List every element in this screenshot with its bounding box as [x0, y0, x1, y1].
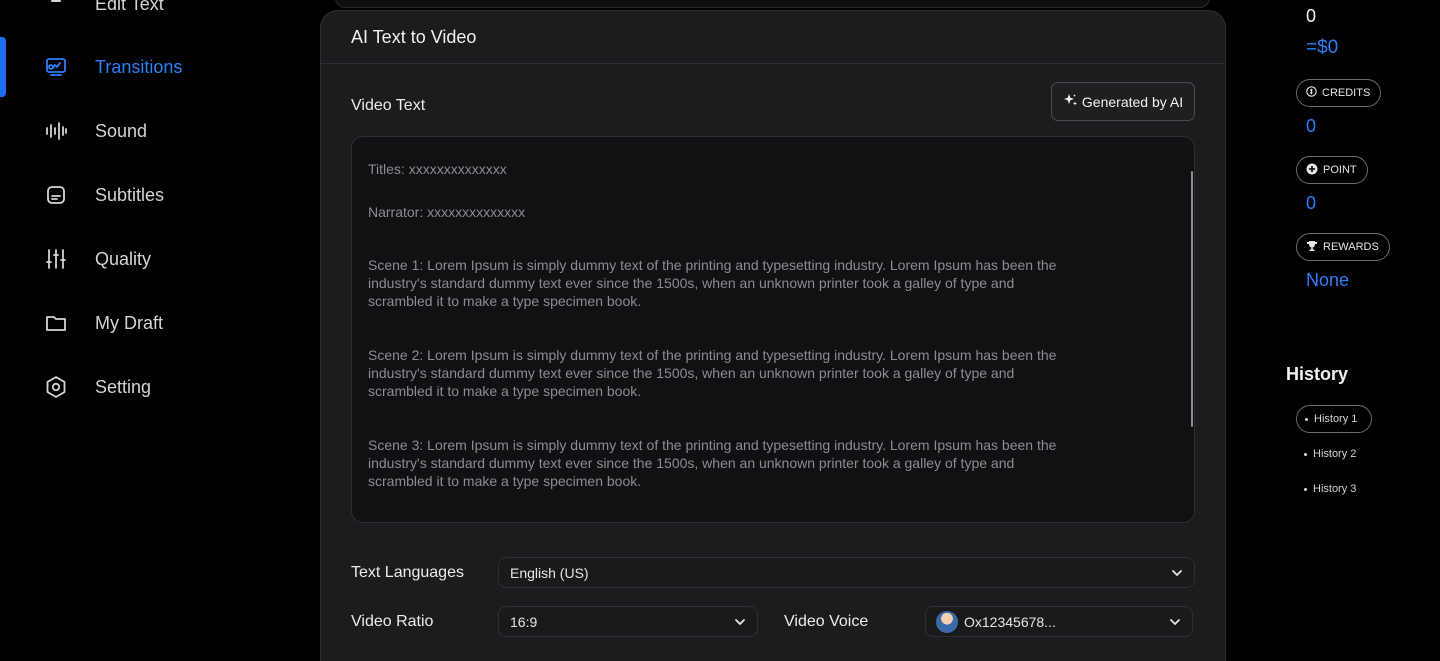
rewards-value: None	[1306, 270, 1350, 290]
sidebar-item-my-draft[interactable]: My Draft	[0, 293, 300, 353]
chevron-down-icon	[733, 615, 747, 629]
bullet-icon	[1305, 417, 1308, 421]
sparkle-icon	[1063, 93, 1078, 111]
sidebar-item-label: Quality	[95, 248, 152, 269]
textarea-line-titles: Titles: xxxxxxxxxxxxxx	[368, 161, 507, 177]
trophy-icon	[1306, 240, 1318, 255]
chevron-down-icon	[1168, 615, 1182, 629]
sidebar: Edit Text Transitions Sound Subtitles Qu…	[0, 0, 320, 661]
balance-value: 0	[1306, 6, 1317, 26]
chevron-down-icon	[1170, 566, 1184, 580]
generated-by-ai-label: Generated by AI	[1081, 93, 1184, 110]
sidebar-item-edit-text[interactable]: Edit Text	[0, 0, 300, 34]
history-item-3[interactable]: History 3	[1296, 475, 1370, 503]
video-voice-label: Video Voice	[784, 613, 869, 630]
rewards-badge: REWARDS	[1296, 233, 1390, 261]
history-title: History	[1286, 364, 1349, 384]
video-voice-value: Ox12345678...	[964, 613, 1056, 630]
history-item-2[interactable]: History 2	[1296, 440, 1370, 468]
text-languages-value: English (US)	[510, 564, 589, 581]
folder-icon	[44, 311, 68, 335]
history-item-label: History 2	[1313, 448, 1357, 460]
generated-by-ai-button[interactable]: Generated by AI	[1051, 82, 1195, 121]
video-text-label: Video Text	[351, 97, 426, 114]
modal-title: AI Text to Video	[351, 26, 477, 47]
video-ratio-value: 16:9	[510, 613, 538, 630]
main-panel-background	[335, 0, 1210, 8]
video-text-textarea[interactable]: Titles: xxxxxxxxxxxxxx Narrator: xxxxxxx…	[351, 136, 1195, 523]
coin-icon	[1306, 86, 1317, 100]
sliders-icon	[44, 247, 68, 271]
sidebar-item-label: Edit Text	[95, 0, 164, 14]
sidebar-item-sound[interactable]: Sound	[0, 101, 300, 161]
modal-header: AI Text to Video	[321, 11, 1225, 64]
sidebar-item-quality[interactable]: Quality	[0, 229, 300, 289]
point-badge: POINT	[1296, 156, 1368, 184]
point-label: POINT	[1323, 164, 1357, 176]
sidebar-item-label: Subtitles	[95, 184, 165, 205]
rewards-label: REWARDS	[1323, 241, 1379, 253]
sidebar-item-label: My Draft	[95, 312, 164, 333]
sidebar-item-label: Transitions	[95, 56, 183, 77]
sidebar-item-subtitles[interactable]: Subtitles	[0, 165, 300, 225]
history-item-1[interactable]: History 1	[1296, 405, 1373, 433]
textarea-line-scene-3: Scene 3: Lorem Ipsum is simply dummy tex…	[368, 437, 1057, 489]
credits-badge: CREDITS	[1296, 79, 1382, 107]
video-ratio-label: Video Ratio	[351, 613, 434, 630]
textarea-line-scene-2: Scene 2: Lorem Ipsum is simply dummy tex…	[368, 347, 1057, 399]
gear-icon	[44, 375, 68, 399]
point-icon	[1306, 163, 1318, 178]
transitions-icon	[44, 55, 68, 79]
text-icon	[44, 0, 68, 16]
history-item-label: History 3	[1313, 483, 1357, 495]
video-ratio-select[interactable]: 16:9	[498, 606, 758, 637]
ai-text-to-video-modal: AI Text to Video Video Text Generated by…	[320, 10, 1226, 661]
bullet-icon	[1304, 452, 1307, 456]
text-languages-select[interactable]: English (US)	[498, 557, 1195, 588]
text-languages-label: Text Languages	[351, 564, 464, 581]
sidebar-item-transitions[interactable]: Transitions	[0, 37, 300, 97]
textarea-line-narrator: Narrator: xxxxxxxxxxxxxx	[368, 204, 526, 220]
sidebar-item-label: Sound	[95, 120, 148, 141]
sidebar-item-setting[interactable]: Setting	[0, 357, 300, 417]
subtitles-icon	[44, 183, 68, 207]
balance-usd: =$0	[1306, 37, 1339, 58]
credits-label: CREDITS	[1322, 87, 1371, 99]
point-value: 0	[1306, 193, 1317, 213]
history-item-label: History 1	[1314, 413, 1358, 425]
bullet-icon	[1304, 487, 1307, 491]
voice-avatar	[936, 610, 958, 633]
video-voice-select[interactable]: Ox12345678...	[925, 606, 1193, 637]
textarea-scrollbar[interactable]	[1191, 171, 1193, 427]
waveform-icon	[44, 119, 68, 143]
right-panel: 0 =$0 CREDITS 0 POINT 0 REWARDS None His…	[1246, 0, 1440, 661]
sidebar-item-label: Setting	[95, 376, 152, 397]
credits-value: 0	[1306, 116, 1317, 136]
textarea-line-scene-1: Scene 1: Lorem Ipsum is simply dummy tex…	[368, 257, 1057, 309]
